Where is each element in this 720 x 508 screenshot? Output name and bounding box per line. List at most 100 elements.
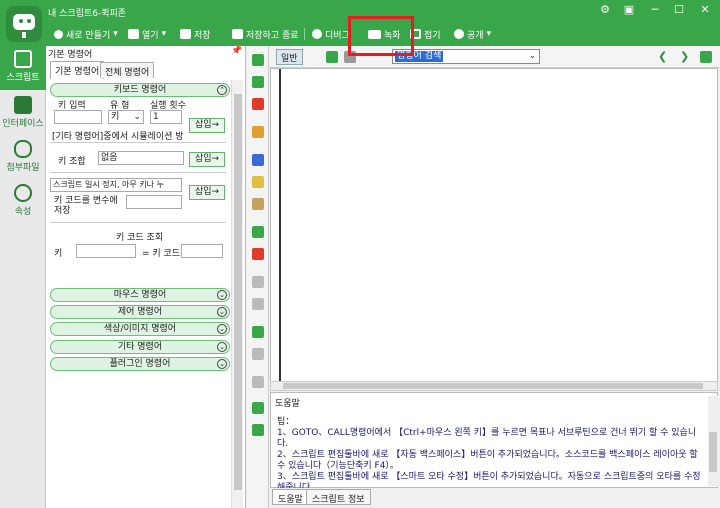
simulation-note: [기타 명령어]중에서 시뮬레이션 방	[52, 132, 184, 142]
view-icon[interactable]	[252, 424, 264, 436]
left-nav: 스크립트 인터페이스 첨부파일 속성	[0, 46, 46, 508]
open-button[interactable]: 열기 ▾	[128, 26, 166, 42]
type-select[interactable]: 키 ⌄	[108, 110, 144, 124]
comment-icon[interactable]	[252, 226, 264, 238]
misc-section-header[interactable]: 기타 명령어 ⌄	[50, 340, 230, 354]
save-exit-button[interactable]: 저장하고 종료	[232, 26, 299, 42]
editor-hscrollbar[interactable]	[270, 381, 718, 391]
script-editor[interactable]	[270, 68, 718, 382]
nav-attachment[interactable]: 첨부파일	[0, 136, 46, 180]
settings-icon[interactable]: ⚙	[596, 3, 614, 16]
nav-script[interactable]: 스크립트	[0, 46, 46, 90]
image-icon[interactable]	[252, 402, 264, 414]
scroll-thumb[interactable]	[709, 432, 717, 472]
color-image-section-label: 색상/이미지 명령어	[103, 324, 177, 334]
close-button[interactable]: ✕	[696, 3, 714, 16]
tab-all-commands[interactable]: 전체 명령어	[100, 62, 155, 78]
maximize-button[interactable]: ☐	[670, 3, 688, 16]
undo-icon[interactable]	[252, 276, 264, 288]
pin-icon[interactable]: 📌	[231, 46, 242, 56]
chevron-down-icon: ⌄	[529, 51, 536, 60]
toolbar-divider	[304, 28, 305, 40]
panel-title: 기본 명령어	[48, 50, 93, 60]
copy-icon[interactable]	[252, 176, 264, 188]
tab-help[interactable]: 도움말	[272, 489, 309, 505]
help-body: 팁： 1、GOTO、CALL명령어에서 【Ctrl+마우스 왼쪽 키】를 누르면…	[277, 417, 705, 494]
tab-basic-commands[interactable]: 기본 명령어	[50, 61, 105, 79]
new-button[interactable]: 새로 만들기 ▾	[54, 26, 118, 42]
delete-icon[interactable]	[252, 98, 264, 110]
debug-button[interactable]: 디버그	[312, 26, 350, 42]
source-view-icon[interactable]	[326, 51, 338, 63]
mode-normal-label: 일반	[281, 54, 298, 64]
chevron-down-icon: ▾	[113, 29, 118, 39]
tab-script-info[interactable]: 스크립트 정보	[306, 489, 371, 505]
insert-combo-button[interactable]: 삽입→	[189, 152, 225, 167]
mouse-section-header[interactable]: 마우스 명령어 ⌄	[50, 288, 230, 302]
editor-gutter	[271, 69, 281, 381]
scroll-thumb[interactable]	[234, 94, 242, 490]
fold-label: 접기	[424, 30, 441, 41]
replace-icon[interactable]	[252, 376, 264, 388]
bottom-tabs: 도움말 스크립트 정보	[270, 488, 720, 508]
scroll-thumb[interactable]	[283, 383, 703, 389]
move-down-icon[interactable]	[252, 54, 264, 66]
save-exit-icon	[232, 29, 243, 39]
control-section-header[interactable]: 제어 명령어 ⌄	[50, 305, 230, 319]
layout-icon[interactable]	[700, 51, 712, 63]
skin-icon[interactable]: ▣	[620, 3, 638, 16]
key-combo-field[interactable]: 없음	[98, 151, 184, 165]
hand-icon[interactable]	[252, 126, 264, 138]
key-code-label: = 키 코드	[142, 249, 181, 259]
control-section-label: 제어 명령어	[117, 307, 163, 317]
nav-interface-label: 인터페이스	[2, 119, 44, 129]
expand-icon: ⌄	[217, 324, 227, 334]
command-search-select[interactable]: 명령어 검색 ⌄	[392, 49, 540, 64]
insert-key-button[interactable]: 삽입→	[189, 118, 225, 133]
expand-icon: ⌄	[217, 307, 227, 317]
expand-icon: ⌄	[217, 342, 227, 352]
nav-properties[interactable]: 속성	[0, 180, 46, 224]
debug-label: 디버그	[325, 30, 350, 41]
keyboard-section-header[interactable]: 키보드 명령어 ⌃	[50, 83, 230, 97]
save-icon	[180, 29, 191, 39]
chevron-down-icon: ▾	[161, 29, 167, 39]
key-lookup-field[interactable]	[76, 244, 136, 258]
new-icon	[54, 29, 63, 39]
count-input[interactable]: 1	[150, 110, 182, 124]
play-icon	[312, 29, 322, 39]
insert-pause-button[interactable]: 삽입→	[189, 185, 225, 200]
mode-normal-button[interactable]: 일반	[276, 49, 303, 65]
plugin-section-header[interactable]: 플러그인 명령어 ⌄	[50, 357, 230, 371]
goto-icon[interactable]	[252, 326, 264, 338]
panel-scrollbar[interactable]	[231, 80, 243, 508]
save-button[interactable]: 저장	[180, 26, 211, 42]
move-up-icon[interactable]	[252, 76, 264, 88]
key-code-field[interactable]	[181, 244, 223, 258]
plugin-section-label: 플러그인 명령어	[109, 359, 171, 369]
nav-script-label: 스크립트	[6, 73, 40, 83]
fold-button[interactable]: 접기	[410, 26, 441, 42]
uncomment-icon[interactable]	[252, 248, 264, 260]
paste-icon[interactable]	[252, 198, 264, 210]
color-image-section-header[interactable]: 색상/이미지 명령어 ⌄	[50, 322, 230, 336]
cut-icon[interactable]	[252, 154, 264, 166]
highlight-box	[348, 16, 414, 56]
save-var-field[interactable]	[126, 195, 182, 209]
nav-interface[interactable]: 인터페이스	[0, 92, 46, 136]
misc-section-label: 기타 명령어	[117, 342, 163, 352]
key-input-field[interactable]	[54, 110, 102, 124]
nav-prev-icon[interactable]: ❮	[658, 50, 667, 63]
nav-next-icon[interactable]: ❯	[680, 50, 689, 63]
interface-icon	[14, 96, 32, 114]
pause-select[interactable]: 스크립트 일시 정지, 아무 키나 누	[50, 178, 182, 192]
public-button[interactable]: 공개 ▾	[454, 26, 491, 42]
public-label: 공개	[467, 30, 484, 41]
find-icon[interactable]	[252, 348, 264, 360]
minimize-button[interactable]: ─	[646, 3, 664, 16]
pause-select-value: 스크립트 일시 정지, 아무 키나 누	[53, 180, 164, 189]
nav-properties-label: 속성	[14, 207, 32, 217]
redo-icon[interactable]	[252, 298, 264, 310]
tip-label: 팁：	[277, 417, 295, 427]
help-scrollbar[interactable]	[708, 396, 718, 486]
